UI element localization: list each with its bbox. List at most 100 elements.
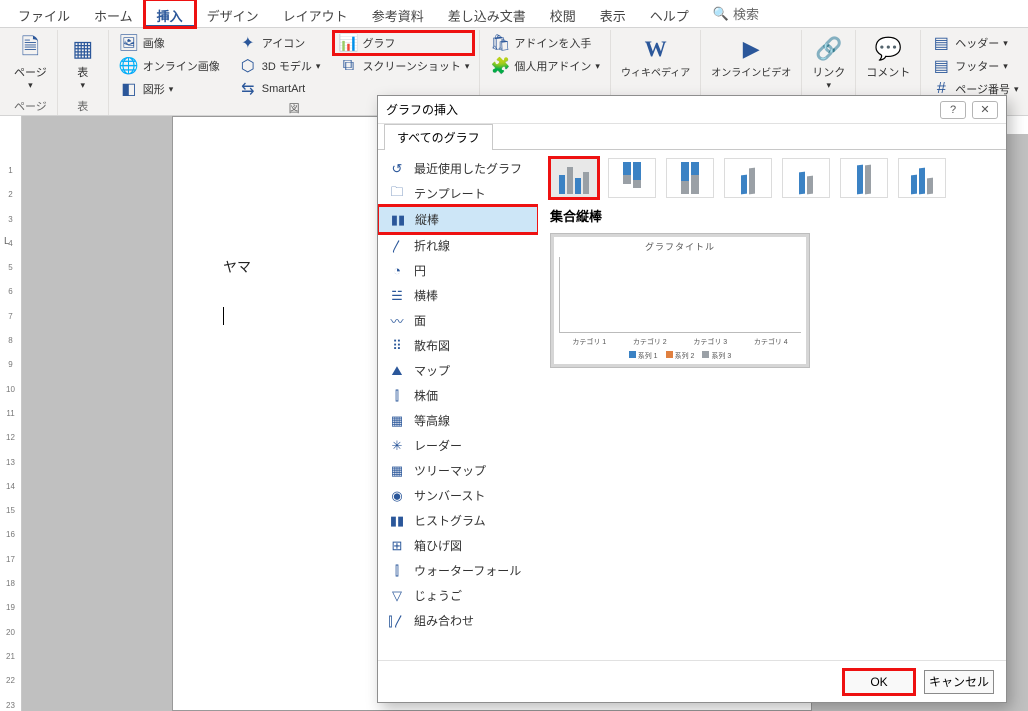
type-column[interactable]: ▮▮縦棒	[378, 206, 538, 233]
cube-icon: ⬡	[238, 56, 258, 76]
type-pie[interactable]: ◔円	[378, 258, 538, 283]
group-pages: 🗎 ページ ▾ ページ	[4, 30, 58, 115]
puzzle-icon: 🧩	[490, 56, 510, 76]
text-cursor	[223, 307, 224, 325]
footer-icon: ▤	[931, 56, 951, 76]
subtype-row	[550, 158, 994, 198]
type-histogram[interactable]: ▮▮ヒストグラム	[378, 508, 538, 533]
subtype-stacked100[interactable]	[666, 158, 714, 198]
type-line[interactable]: 〳折れ線	[378, 233, 538, 258]
header-button[interactable]: ▤ヘッダー▾	[927, 32, 1022, 54]
tab-layout[interactable]: レイアウト	[271, 0, 360, 27]
store-icon: 🛍	[490, 33, 510, 53]
type-map[interactable]: ⛰マップ	[378, 358, 538, 383]
funnel-icon: ▽	[388, 589, 406, 603]
insert-chart-dialog: グラフの挿入 ? ✕ すべてのグラフ ↺最近使用したグラフ 🗀テンプレート ▮▮…	[377, 95, 1007, 703]
map-icon: ⛰	[388, 364, 406, 378]
type-area[interactable]: 〰面	[378, 308, 538, 333]
type-funnel[interactable]: ▽じょうご	[378, 583, 538, 608]
tab-design[interactable]: デザイン	[195, 0, 271, 27]
link-icon: 🔗	[814, 34, 844, 64]
comment-button[interactable]: 💬 コメント	[862, 32, 914, 82]
chart-type-list: ↺最近使用したグラフ 🗀テンプレート ▮▮縦棒 〳折れ線 ◔円 ☱横棒 〰面 ⠿…	[378, 150, 538, 660]
dialog-titlebar: グラフの挿入 ? ✕	[378, 96, 1006, 124]
type-combo[interactable]: ⫿〳組み合わせ	[378, 608, 538, 633]
page-icon: 🗎	[15, 34, 45, 64]
tab-review[interactable]: 校閲	[538, 0, 588, 27]
preview-title: グラフタイトル	[645, 240, 715, 253]
tab-help[interactable]: ヘルプ	[638, 0, 701, 27]
header-icon: ▤	[931, 33, 951, 53]
type-bar[interactable]: ☱横棒	[378, 283, 538, 308]
online-image-button[interactable]: 🌐オンライン画像	[115, 55, 224, 77]
subtype-stacked[interactable]	[608, 158, 656, 198]
link-button[interactable]: 🔗 リンク ▾	[808, 32, 849, 93]
icons-icon: ✦	[238, 33, 258, 53]
column-icon: ▮▮	[389, 213, 407, 227]
type-stock[interactable]: ⫿株価	[378, 383, 538, 408]
type-recent[interactable]: ↺最近使用したグラフ	[378, 156, 538, 181]
type-template[interactable]: 🗀テンプレート	[378, 181, 538, 206]
radar-icon: ✳	[388, 439, 406, 453]
line-icon: 〳	[388, 239, 406, 253]
dialog-title: グラフの挿入	[386, 101, 458, 118]
picture-icon: 🖼	[119, 33, 139, 53]
tab-ref[interactable]: 参考資料	[360, 0, 436, 27]
chevron-down-icon: ▾	[28, 80, 33, 91]
shapes-button[interactable]: ◧図形▾	[115, 78, 224, 100]
icons-button[interactable]: ✦アイコン	[234, 32, 325, 54]
type-waterfall[interactable]: ⫿ウォーターフォール	[378, 558, 538, 583]
close-button[interactable]: ✕	[972, 101, 998, 119]
model3d-button[interactable]: ⬡3D モデル▾	[234, 55, 325, 77]
type-surface[interactable]: ▦等高線	[378, 408, 538, 433]
smartart-icon: ⇆	[238, 79, 258, 99]
subtype-3d-stacked100[interactable]	[840, 158, 888, 198]
tab-file[interactable]: ファイル	[6, 0, 82, 27]
tab-view[interactable]: 表示	[588, 0, 638, 27]
type-scatter[interactable]: ⠿散布図	[378, 333, 538, 358]
smartart-button[interactable]: ⇆SmartArt	[234, 78, 325, 100]
dialog-tabs: すべてのグラフ	[378, 124, 1006, 150]
group-table: ▦ 表 ▾ 表	[58, 30, 109, 115]
table-button[interactable]: ▦ 表 ▾	[64, 32, 102, 93]
box-icon: ⊞	[388, 539, 406, 553]
search-box[interactable]: 🔍 検索	[701, 0, 771, 27]
online-video-button[interactable]: ▶ オンラインビデオ	[707, 32, 795, 81]
chart-icon: 📊	[338, 33, 358, 53]
area-icon: 〰	[388, 314, 406, 328]
search-label: 検索	[733, 4, 759, 23]
cancel-button[interactable]: キャンセル	[924, 670, 994, 694]
online-picture-icon: 🌐	[119, 56, 139, 76]
pages-button[interactable]: 🗎 ページ ▾	[10, 32, 51, 93]
histogram-icon: ▮▮	[388, 514, 406, 528]
subtype-clustered[interactable]	[550, 158, 598, 198]
scatter-icon: ⠿	[388, 339, 406, 353]
waterfall-icon: ⫿	[388, 564, 406, 578]
image-button[interactable]: 🖼画像	[115, 32, 224, 54]
tab-home[interactable]: ホーム	[82, 0, 145, 27]
subtype-3d-clustered[interactable]	[724, 158, 772, 198]
chart-preview[interactable]: グラフタイトル カテゴリ 1カテゴリ 2カテゴリ 3カテゴリ 4 系列 1系列 …	[550, 233, 810, 368]
chart-button[interactable]: 📊グラフ	[334, 32, 473, 54]
shapes-icon: ◧	[119, 79, 139, 99]
wikipedia-button[interactable]: W ウィキペディア	[617, 32, 694, 81]
get-addins-button[interactable]: 🛍アドインを入手	[486, 32, 604, 54]
footer-button[interactable]: ▤フッター▾	[927, 55, 1022, 77]
my-addins-button[interactable]: 🧩個人用アドイン▾	[486, 55, 604, 77]
tab-insert[interactable]: 挿入	[145, 0, 195, 27]
screenshot-icon: ⧉	[338, 56, 358, 76]
type-boxwhisker[interactable]: ⊞箱ひげ図	[378, 533, 538, 558]
bar-icon: ☱	[388, 289, 406, 303]
ok-button[interactable]: OK	[844, 670, 914, 694]
type-sunburst[interactable]: ◉サンバースト	[378, 483, 538, 508]
subtype-3d-column[interactable]	[898, 158, 946, 198]
tab-mail[interactable]: 差し込み文書	[436, 0, 538, 27]
type-treemap[interactable]: ▦ツリーマップ	[378, 458, 538, 483]
type-radar[interactable]: ✳レーダー	[378, 433, 538, 458]
screenshot-button[interactable]: ⧉スクリーンショット▾	[334, 55, 473, 77]
preview-categories: カテゴリ 1カテゴリ 2カテゴリ 3カテゴリ 4	[559, 337, 801, 347]
tab-all-charts[interactable]: すべてのグラフ	[384, 124, 493, 150]
subtype-3d-stacked[interactable]	[782, 158, 830, 198]
chevron-down-icon: ▾	[827, 80, 832, 91]
help-button[interactable]: ?	[940, 101, 966, 119]
